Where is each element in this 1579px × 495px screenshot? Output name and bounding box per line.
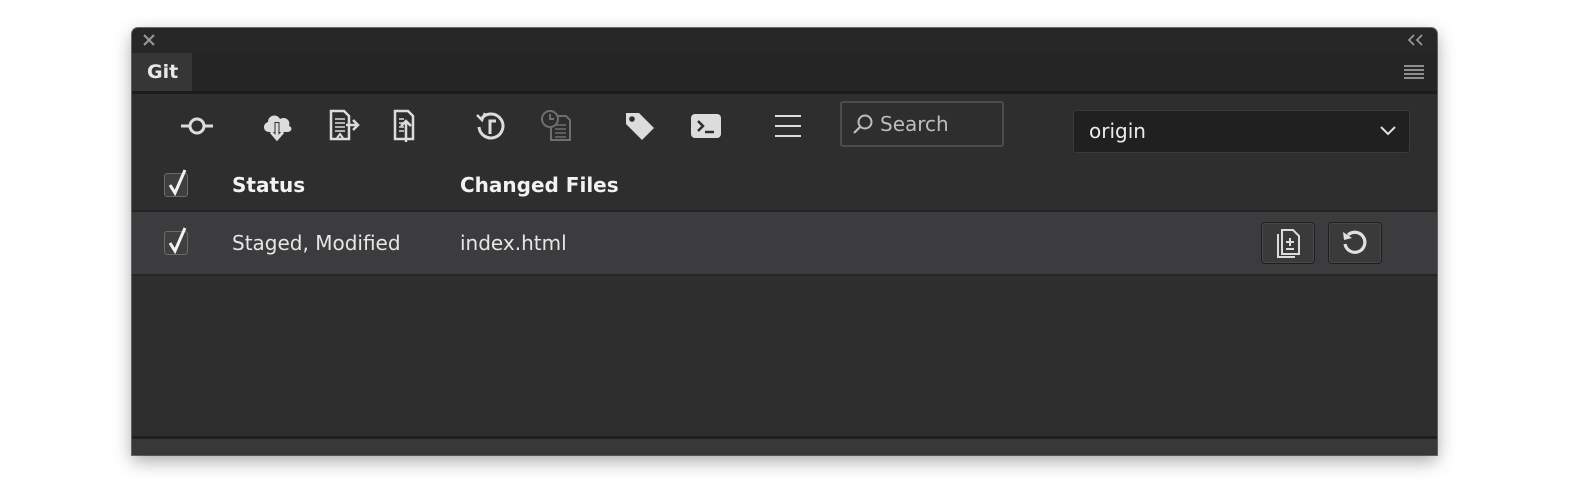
status-column-header[interactable]: Status — [232, 173, 305, 197]
collapse-panel-icon[interactable] — [1405, 32, 1427, 48]
file-history-button[interactable] — [535, 104, 579, 148]
close-icon[interactable] — [140, 31, 158, 49]
revert-icon — [1343, 230, 1367, 254]
commit-button[interactable] — [175, 104, 219, 148]
panel-footer — [132, 439, 1437, 455]
discard-changes-button[interactable] — [1328, 222, 1382, 264]
checkmark-icon — [168, 227, 187, 254]
file-history-icon — [541, 110, 571, 141]
file-diff-icon — [1277, 229, 1300, 258]
git-panel: Git Search origin Status Changed Files S… — [132, 28, 1437, 455]
panel-titlebar — [132, 28, 1437, 53]
pull-file-button[interactable] — [384, 104, 428, 148]
history-icon — [476, 112, 505, 140]
changed-files-column-header[interactable]: Changed Files — [460, 173, 619, 197]
cloud-download-icon — [263, 115, 292, 142]
row-file-name: index.html — [460, 231, 567, 255]
pull-file-icon — [393, 109, 415, 142]
search-icon — [853, 114, 873, 134]
checkmark-icon — [168, 169, 187, 196]
table-row[interactable]: Staged, Modified index.html — [132, 212, 1437, 274]
history-button[interactable] — [469, 104, 513, 148]
tag-button[interactable] — [618, 104, 662, 148]
row-divider — [132, 274, 1437, 276]
terminal-button[interactable] — [684, 104, 728, 148]
push-file-icon — [329, 109, 360, 141]
options-button[interactable] — [766, 104, 810, 148]
panel-menu-icon[interactable] — [1403, 64, 1425, 80]
remote-selected-value: origin — [1089, 119, 1146, 143]
row-status: Staged, Modified — [232, 231, 401, 255]
chevron-down-icon — [1380, 126, 1396, 136]
tab-divider — [132, 91, 1437, 94]
terminal-icon — [691, 114, 721, 138]
tab-git[interactable]: Git — [132, 53, 192, 91]
remote-dropdown[interactable]: origin — [1073, 110, 1410, 153]
search-field[interactable] — [840, 101, 1004, 147]
diff-button[interactable] — [1261, 222, 1315, 264]
row-checkbox[interactable] — [164, 227, 188, 255]
pull-button[interactable] — [255, 104, 299, 148]
push-file-button[interactable] — [322, 104, 366, 148]
commit-icon — [181, 117, 213, 135]
panel-tabbar: Git — [132, 53, 1437, 91]
search-input[interactable] — [880, 112, 1000, 136]
tag-icon — [626, 113, 654, 140]
menu-icon — [775, 115, 801, 137]
select-all-checkbox[interactable] — [164, 169, 188, 197]
